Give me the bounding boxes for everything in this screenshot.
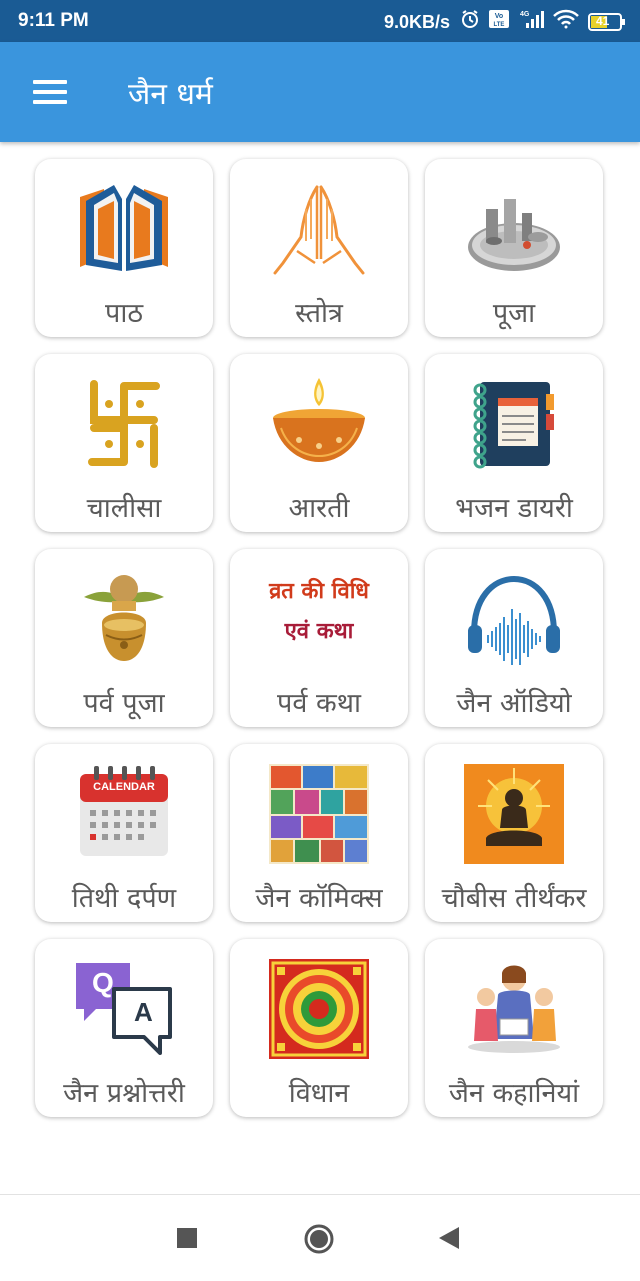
tile-path[interactable]: पाठ	[35, 159, 213, 337]
calendar-header-text: CALENDAR	[93, 781, 155, 793]
comics-collage-icon	[269, 764, 369, 864]
tile-puja[interactable]: पूजा	[425, 159, 603, 337]
vrat-katha-text-icon: व्रत की विधि एवं कथा	[269, 569, 369, 669]
status-time: 9:11 PM	[18, 10, 89, 31]
tile-label: चालीसा	[86, 493, 162, 524]
status-bar: 9:11 PM 9.0KB/s Vo LTE 4G 41	[0, 0, 640, 42]
tile-label: पूजा	[492, 298, 536, 329]
icon-text-line1: व्रत की विधि	[269, 579, 369, 604]
calendar-icon: CALENDAR	[74, 764, 174, 864]
signal-icon: 4G	[518, 9, 544, 35]
svg-text:LTE: LTE	[494, 22, 505, 28]
svg-text:4G: 4G	[520, 11, 530, 18]
icon-text-line2: एवं कथा	[284, 619, 354, 644]
question-answer-icon: Q A	[74, 959, 174, 1059]
swastika-icon	[74, 374, 174, 474]
tile-label: जैन कहानियां	[448, 1078, 580, 1109]
tile-label: आरती	[288, 493, 350, 524]
network-speed: 9.0KB/s	[383, 11, 450, 32]
tile-parv-puja[interactable]: पर्व पूजा	[35, 549, 213, 727]
tile-jain-comics[interactable]: जैन कॉमिक्स	[230, 744, 408, 922]
recents-square-icon[interactable]	[176, 1227, 198, 1253]
tile-aarti[interactable]: आरती	[230, 354, 408, 532]
tile-label: विधान	[288, 1078, 350, 1109]
wifi-icon	[552, 9, 580, 35]
puja-thali-icon	[464, 179, 564, 279]
home-circle-icon[interactable]	[303, 1223, 335, 1259]
folded-hands-icon	[269, 179, 369, 279]
kalash-icon	[74, 569, 174, 669]
tile-label: जैन प्रश्नोत्तरी	[63, 1078, 185, 1109]
tile-label: जैन ऑडियो	[456, 688, 572, 719]
mandala-icon	[269, 959, 369, 1059]
answer-letter: A	[134, 997, 153, 1027]
hamburger-menu-icon[interactable]	[33, 80, 67, 104]
tirthankar-icon	[464, 764, 564, 864]
svg-text:Vo: Vo	[495, 13, 503, 20]
tile-chaubis-tirthankar[interactable]: चौबीस तीर्थंकर	[425, 744, 603, 922]
tile-jain-kahaniyan[interactable]: जैन कहानियां	[425, 939, 603, 1117]
tile-vidhan[interactable]: विधान	[230, 939, 408, 1117]
status-icons: 9.0KB/s Vo LTE 4G 41	[384, 9, 626, 35]
tile-jain-audio[interactable]: जैन ऑडियो	[425, 549, 603, 727]
diya-lamp-icon	[269, 374, 369, 474]
battery-icon: 41	[588, 12, 626, 32]
notebook-icon	[464, 374, 564, 474]
storytelling-icon	[464, 959, 564, 1059]
open-book-icon	[74, 179, 174, 279]
alarm-icon	[460, 9, 480, 35]
question-letter: Q	[92, 967, 114, 998]
headphones-icon	[464, 569, 564, 669]
back-triangle-icon[interactable]	[438, 1226, 460, 1254]
app-bar: जैन धर्म	[0, 42, 640, 142]
tile-label: पाठ	[104, 298, 144, 329]
tile-label: पर्व पूजा	[83, 688, 165, 719]
battery-level: 41	[596, 14, 610, 28]
tile-jain-prashnottari[interactable]: Q A जैन प्रश्नोत्तरी	[35, 939, 213, 1117]
app-title: जैन धर्म	[128, 77, 213, 112]
tile-label: स्तोत्र	[295, 298, 343, 329]
system-nav-bar	[0, 1194, 640, 1281]
tile-chalisa[interactable]: चालीसा	[35, 354, 213, 532]
tile-label: चौबीस तीर्थंकर	[441, 883, 587, 914]
tile-stotra[interactable]: स्तोत्र	[230, 159, 408, 337]
tile-label: पर्व कथा	[277, 688, 361, 719]
tile-parv-katha[interactable]: व्रत की विधि एवं कथा पर्व कथा	[230, 549, 408, 727]
tile-label: जैन कॉमिक्स	[255, 883, 383, 914]
tile-label: भजन डायरी	[455, 493, 573, 524]
volte-icon: Vo LTE	[488, 9, 510, 35]
tile-bhajan-diary[interactable]: भजन डायरी	[425, 354, 603, 532]
tile-label: तिथी दर्पण	[71, 883, 177, 914]
tile-tithi-darpan[interactable]: CALENDAR तिथी दर्पण	[35, 744, 213, 922]
category-grid: पाठ स्तोत्र पूजा चालीसा आरती भजन डायरी प…	[35, 159, 603, 1117]
